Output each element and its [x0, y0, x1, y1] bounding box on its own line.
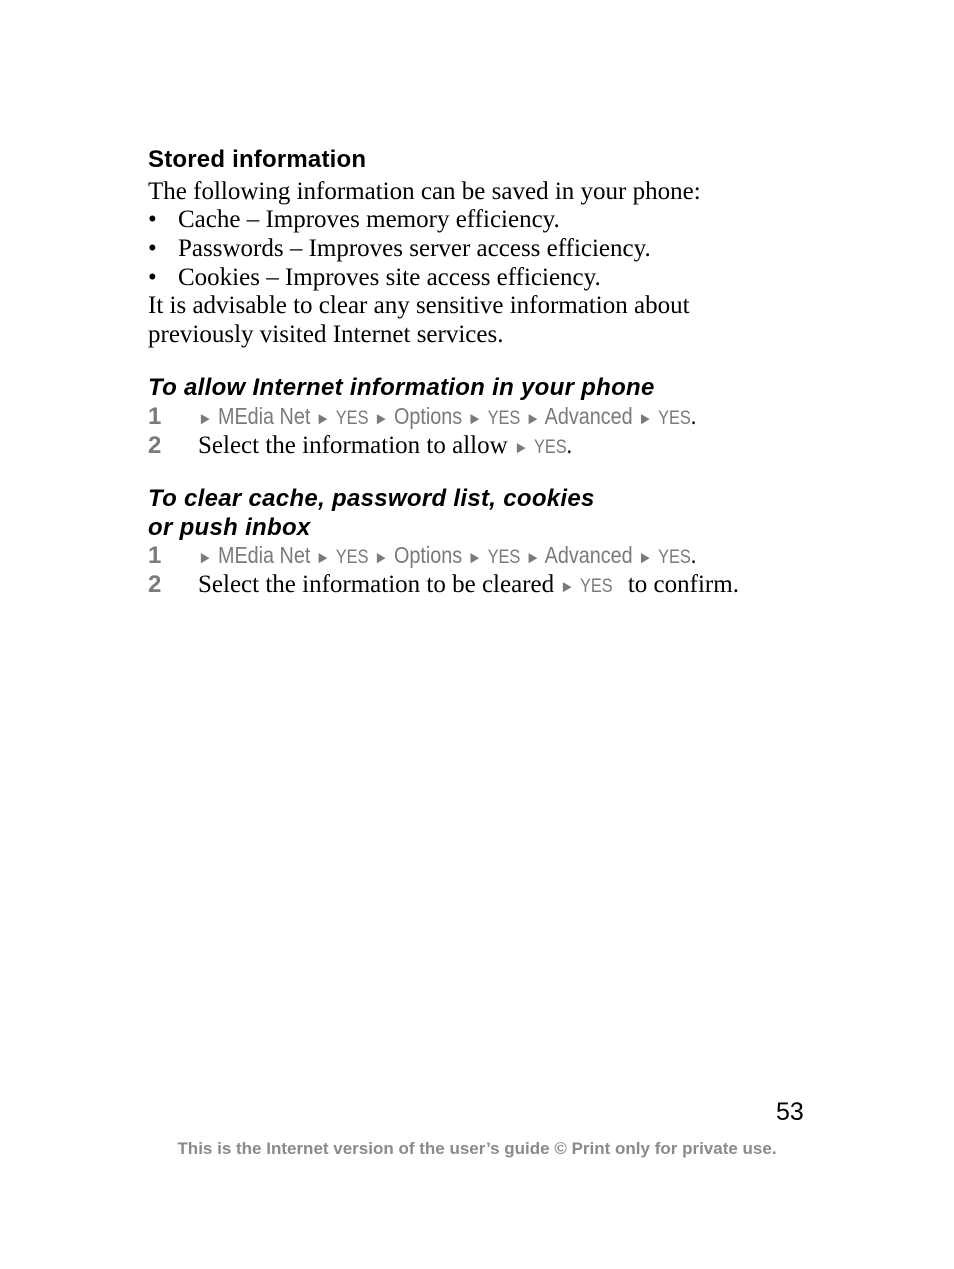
step-body: ► MEdia Net ► YES ► Options ► YES ► Adva… — [198, 542, 777, 570]
arrow-right-icon: ► — [467, 409, 483, 428]
arrow-right-icon: ► — [315, 409, 331, 428]
advice-text-line-1: It is advisable to clear any sensitive i… — [148, 292, 690, 319]
heading-line-2: or push inbox — [148, 514, 311, 541]
menu-item-advanced: Advanced — [544, 403, 633, 429]
list-item-text: Cache – Improves memory efficiency. — [178, 206, 560, 233]
menu-item-advanced: Advanced — [544, 542, 633, 568]
heading-line-1: To clear cache, password list, cookies — [148, 485, 595, 512]
step-body: ► MEdia Net ► YES ► Options ► YES ► Adva… — [198, 403, 777, 431]
period: . — [690, 542, 697, 569]
manual-page: Stored information The following informa… — [0, 0, 954, 1269]
arrow-right-icon: ► — [315, 548, 331, 567]
period: . — [690, 403, 697, 430]
step-number: 1 — [148, 542, 162, 569]
yes-key-label: YES — [658, 547, 691, 568]
step-text: Select the information to allow — [198, 432, 508, 459]
arrow-right-icon: ► — [638, 409, 653, 428]
page-number: 53 — [776, 1098, 804, 1126]
yes-key-label: YES — [658, 408, 691, 429]
arrow-right-icon: ► — [467, 548, 483, 567]
step-text: Select the information to be cleared — [198, 571, 555, 598]
menu-path: ► MEdia Net ► YES ► Options ► YES ► Adva… — [198, 542, 696, 570]
section-heading-allow-internet-info: To allow Internet information in your ph… — [148, 374, 655, 401]
yes-key-label: YES — [335, 408, 369, 429]
arrow-right-icon: ► — [513, 438, 529, 457]
arrow-right-icon: ► — [198, 409, 213, 428]
arrow-right-icon: ► — [198, 548, 213, 567]
advice-text-line-2: previously visited Internet services. — [148, 321, 504, 348]
bullet-icon: • — [148, 264, 157, 291]
arrow-right-icon: ► — [373, 548, 389, 567]
arrow-right-icon: ► — [373, 409, 389, 428]
arrow-right-icon: ► — [560, 577, 575, 596]
step-number: 2 — [148, 571, 162, 598]
yes-key-label: YES — [580, 576, 614, 597]
list-item-text: Passwords – Improves server access effic… — [178, 235, 651, 262]
arrow-right-icon: ► — [638, 548, 653, 567]
step-body: Select the information to be cleared ► Y… — [198, 571, 739, 599]
arrow-right-icon: ► — [525, 409, 541, 428]
step-text-end: to confirm. — [621, 571, 739, 598]
section-heading-stored-information: Stored information — [148, 146, 367, 173]
menu-path: ► YES. — [514, 432, 572, 460]
menu-item-options: Options — [393, 403, 463, 429]
list-item: • Cookies – Improves site access efficien… — [148, 264, 601, 292]
section-heading-clear-cache: To clear cache, password list, cookies o… — [148, 484, 595, 542]
yes-key-label: YES — [487, 408, 521, 429]
yes-key-label: YES — [335, 547, 369, 568]
menu-item-media-net: MEdia Net — [217, 403, 311, 429]
yes-key-label: YES — [487, 547, 521, 568]
menu-item-options: Options — [393, 542, 463, 568]
list-item: • Cache – Improves memory efficiency. — [148, 206, 560, 234]
bullet-icon: • — [148, 206, 157, 233]
list-item: • Passwords – Improves server access effi… — [148, 235, 651, 263]
period: . — [566, 432, 572, 459]
menu-item-media-net: MEdia Net — [217, 542, 311, 568]
step-body: Select the information to allow ► YES. — [198, 432, 581, 460]
step-number: 1 — [148, 403, 162, 430]
footer-notice: This is the Internet version of the user… — [177, 1139, 777, 1158]
list-item-text: Cookies – Improves site access efficienc… — [178, 264, 601, 291]
step-number: 2 — [148, 432, 162, 459]
intro-text: The following information can be saved i… — [148, 178, 701, 205]
menu-path: ► MEdia Net ► YES ► Options ► YES ► Adva… — [198, 403, 696, 431]
bullet-icon: • — [148, 235, 157, 262]
menu-path: ► YES — [560, 571, 613, 598]
arrow-right-icon: ► — [525, 548, 541, 567]
yes-key-label: YES — [533, 437, 567, 458]
